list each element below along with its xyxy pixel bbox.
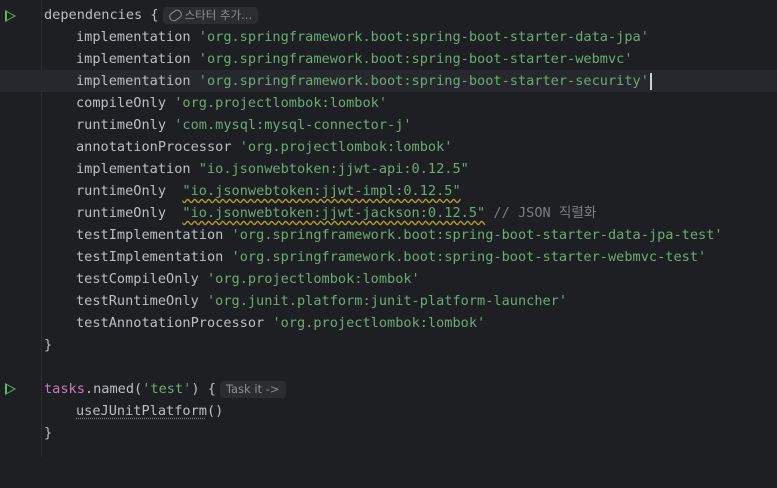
- code-line[interactable]: testCompileOnly 'org.projectlombok:lombo…: [0, 268, 777, 290]
- code-line[interactable]: dependencies {스타터 추가...: [0, 4, 777, 26]
- code-line[interactable]: annotationProcessor 'org.projectlombok:l…: [0, 136, 777, 158]
- code-line[interactable]: }: [0, 334, 777, 356]
- code-line[interactable]: tasks.named('test') {Task it ->: [0, 378, 777, 400]
- current-code-line[interactable]: implementation 'org.springframework.boot…: [0, 70, 777, 92]
- text-caret: [649, 72, 652, 90]
- code-line[interactable]: implementation 'org.springframework.boot…: [0, 48, 777, 70]
- code-line[interactable]: testImplementation 'org.springframework.…: [0, 224, 777, 246]
- code-line[interactable]: useJUnitPlatform(): [0, 400, 777, 422]
- code-line[interactable]: compileOnly 'org.projectlombok:lombok': [0, 92, 777, 114]
- code-line[interactable]: testRuntimeOnly 'org.junit.platform:juni…: [0, 290, 777, 312]
- code-line[interactable]: runtimeOnly 'com.mysql:mysql-connector-j…: [0, 114, 777, 136]
- code-line[interactable]: implementation "io.jsonwebtoken:jjwt-api…: [0, 158, 777, 180]
- inlay-hint-add-starter[interactable]: 스타터 추가...: [162, 6, 259, 24]
- code-line[interactable]: testAnnotationProcessor 'org.projectlomb…: [0, 312, 777, 334]
- code-line[interactable]: implementation 'org.springframework.boot…: [0, 26, 777, 48]
- inlay-hint-task[interactable]: Task it ->: [219, 380, 286, 398]
- code-line[interactable]: testImplementation 'org.springframework.…: [0, 246, 777, 268]
- code-line[interactable]: }: [0, 422, 777, 444]
- code-line[interactable]: runtimeOnly "io.jsonwebtoken:jjwt-jackso…: [0, 202, 777, 224]
- code-line[interactable]: runtimeOnly "io.jsonwebtoken:jjwt-impl:0…: [0, 180, 777, 202]
- block-open: dependencies {: [44, 7, 159, 23]
- link-icon: [167, 7, 183, 23]
